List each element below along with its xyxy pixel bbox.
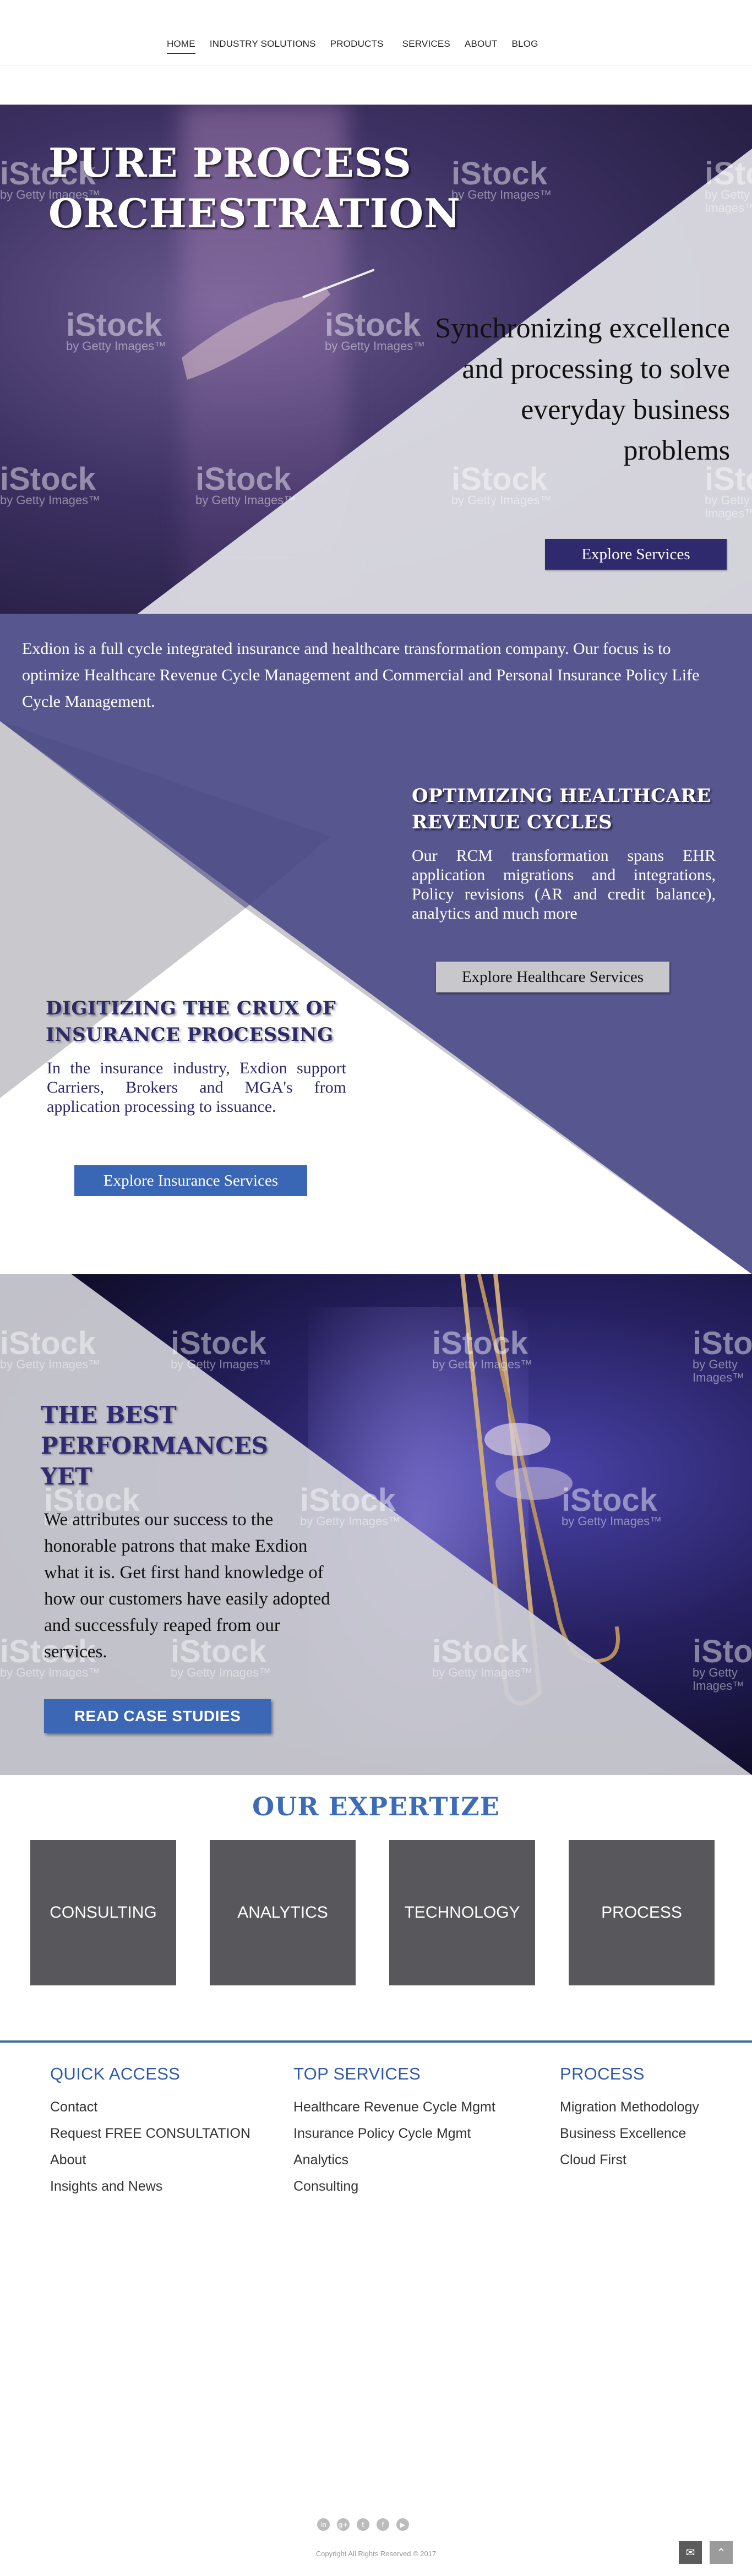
nav-item-industry-solutions[interactable]: INDUSTRY SOLUTIONS (210, 39, 316, 54)
scroll-top-icon[interactable]: ⌃ (710, 2541, 733, 2564)
explore-services-button[interactable]: Explore Services (545, 539, 727, 570)
hero-title: PURE PROCESS ORCHESTRATION (48, 139, 461, 237)
watermark: iStockby Getty Images™ (705, 158, 752, 215)
nav-menu: HOME INDUSTRY SOLUTIONS PRODUCTS SERVICE… (167, 39, 538, 54)
footer-heading-process: PROCESS (560, 2064, 645, 2083)
footer-process: PROCESS Migration Methodology Business E… (560, 2064, 699, 2173)
watermark-by: by Getty Images™ (0, 1666, 101, 1679)
watermark: iStockby Getty Images™ (195, 463, 296, 507)
tile-analytics[interactable]: ANALYTICS (210, 1840, 356, 1985)
watermark-by: by Getty Images™ (171, 1666, 271, 1679)
watermark-by: by Getty Images™ (693, 1357, 745, 1384)
footer-link-consulting[interactable]: Consulting (293, 2173, 495, 2200)
nav-item-home[interactable]: HOME (167, 39, 195, 54)
watermark: iStockby Getty Images™ (66, 309, 167, 353)
watermark-by: by Getty Images™ (171, 1357, 271, 1371)
expertize-tiles: CONSULTING ANALYTICS TECHNOLOGY PROCESS (30, 1840, 715, 1985)
watermark-by: by Getty Images™ (0, 493, 101, 507)
nav-item-services[interactable]: SERVICES (402, 39, 450, 54)
copyright-text: Copyright All Rights Reserved © 2017 (315, 2550, 437, 2558)
read-case-studies-button[interactable]: READ CASE STUDIES (44, 1699, 271, 1733)
performance-title: THE BEST PERFORMANCES YET (41, 1401, 269, 1490)
watermark-brand: iStock (66, 307, 162, 343)
watermark: iStockby Getty Images™ (693, 1636, 752, 1693)
hero-subtitle: Synchronizing excellence and processing … (435, 313, 730, 466)
performance-description: We attributes our success to the honorab… (44, 1510, 330, 1662)
watermark: iStockby Getty Images™ (0, 1328, 101, 1371)
watermark: iStockby Getty Images™ (562, 1485, 662, 1528)
watermark-by: by Getty Images™ (451, 493, 552, 507)
case-studies-section: iStock by Getty Images™ iStock by Getty Im… (0, 1274, 752, 1775)
watermark: iStockby Getty Images™ (171, 1328, 271, 1371)
footer-link-business-excellence[interactable]: Business Excellence (560, 2120, 699, 2147)
hero-section: iStock by Getty Images™ iStock by Getty Im… (0, 105, 752, 614)
watermark-by: by Getty Images™ (705, 188, 752, 215)
watermark-brand: iStock (195, 461, 292, 497)
watermark-by: by Getty Images™ (693, 1666, 745, 1693)
healthcare-description: Our RCM transformation spans EHR applica… (412, 847, 716, 923)
tile-consulting[interactable]: CONSULTING (30, 1840, 176, 1985)
footer-link-contact[interactable]: Contact (50, 2094, 250, 2120)
footer-link-migration-methodology[interactable]: Migration Methodology (560, 2094, 699, 2120)
google-plus-icon[interactable]: g+ (337, 2518, 350, 2531)
watermark: iStockby Getty Images™ (0, 463, 101, 507)
footer-link-insurance-policy[interactable]: Insurance Policy Cycle Mgmt (293, 2120, 495, 2147)
watermark: iStockby Getty Images™ (432, 1636, 533, 1679)
footer-link-free-consultation[interactable]: Request FREE CONSULTATION (50, 2120, 250, 2147)
footer-top-services: TOP SERVICES Healthcare Revenue Cycle Mg… (293, 2064, 495, 2200)
watermark-brand: iStock (432, 1325, 528, 1361)
watermark: iStockby Getty Images™ (705, 463, 752, 520)
insurance-description: In the insurance industry, Exdion suppor… (47, 1059, 346, 1116)
watermark-brand: iStock (705, 156, 752, 192)
footer-link-analytics[interactable]: Analytics (293, 2147, 495, 2173)
footer-divider (0, 2040, 752, 2043)
nav-item-about[interactable]: ABOUT (465, 39, 498, 54)
watermark: iStockby Getty Images™ (451, 463, 552, 507)
nav-item-products[interactable]: PRODUCTS (330, 39, 384, 54)
explore-healthcare-services-button[interactable]: Explore Healthcare Services (436, 962, 669, 992)
watermark-by: by Getty Images™ (432, 1666, 533, 1679)
footer-link-cloud-first[interactable]: Cloud First (560, 2147, 699, 2173)
watermark-by: by Getty Images™ (195, 493, 296, 507)
watermark: iStockby Getty Images™ (325, 309, 426, 353)
explore-insurance-services-button[interactable]: Explore Insurance Services (74, 1165, 307, 1196)
watermark-by: by Getty Images™ (325, 339, 426, 353)
linkedin-icon[interactable]: in (317, 2518, 330, 2531)
footer-heading-quick-access: QUICK ACCESS (50, 2064, 181, 2083)
watermark-brand: iStock (693, 1325, 752, 1361)
email-icon[interactable]: ✉ (679, 2541, 702, 2564)
social-icons: in g+ t f ▶ (317, 2518, 409, 2531)
watermark-by: by Getty Images™ (705, 493, 752, 520)
tile-process[interactable]: PROCESS (569, 1840, 715, 1985)
healthcare-heading: OPTIMIZING HEALTHCARE REVENUE CYCLES (412, 785, 711, 833)
services-section: Exdion is a full cycle integrated insura… (0, 614, 752, 1274)
youtube-icon[interactable]: ▶ (396, 2518, 409, 2531)
tile-technology[interactable]: TECHNOLOGY (389, 1840, 535, 1985)
facebook-icon[interactable]: f (377, 2518, 389, 2531)
insurance-heading: DIGITIZING THE CRUX OF INSURANCE PROCESS… (46, 997, 336, 1046)
watermark-by: by Getty Images™ (0, 1357, 101, 1371)
footer-heading-top-services: TOP SERVICES (293, 2064, 421, 2083)
watermark-brand: iStock (693, 1634, 752, 1669)
watermark-brand: iStock (562, 1482, 658, 1518)
nav-item-blog[interactable]: BLOG (511, 39, 538, 54)
watermark-by: by Getty Images™ (562, 1514, 662, 1528)
footer-link-healthcare-rcm[interactable]: Healthcare Revenue Cycle Mgmt (293, 2094, 495, 2120)
twitter-icon[interactable]: t (357, 2518, 369, 2531)
watermark: iStockby Getty Images™ (432, 1328, 533, 1371)
top-navigation: HOME INDUSTRY SOLUTIONS PRODUCTS SERVICE… (0, 0, 752, 66)
expertize-title: OUR EXPERTIZE (252, 1792, 500, 1821)
watermark-by: by Getty Images™ (66, 339, 167, 353)
intro-text: Exdion is a full cycle integrated insura… (22, 640, 700, 711)
watermark-brand: iStock (0, 1325, 96, 1361)
watermark-brand: iStock (325, 307, 421, 343)
watermark-brand: iStock (432, 1634, 528, 1669)
watermark-brand: iStock (171, 1325, 267, 1361)
footer-link-insights[interactable]: Insights and News (50, 2173, 250, 2200)
watermark-brand: iStock (0, 461, 96, 497)
watermark-by: by Getty Images™ (432, 1357, 533, 1371)
footer-quick-access: QUICK ACCESS Contact Request FREE CONSUL… (50, 2064, 250, 2200)
watermark: iStockby Getty Images™ (693, 1328, 752, 1384)
footer-link-about[interactable]: About (50, 2147, 250, 2173)
